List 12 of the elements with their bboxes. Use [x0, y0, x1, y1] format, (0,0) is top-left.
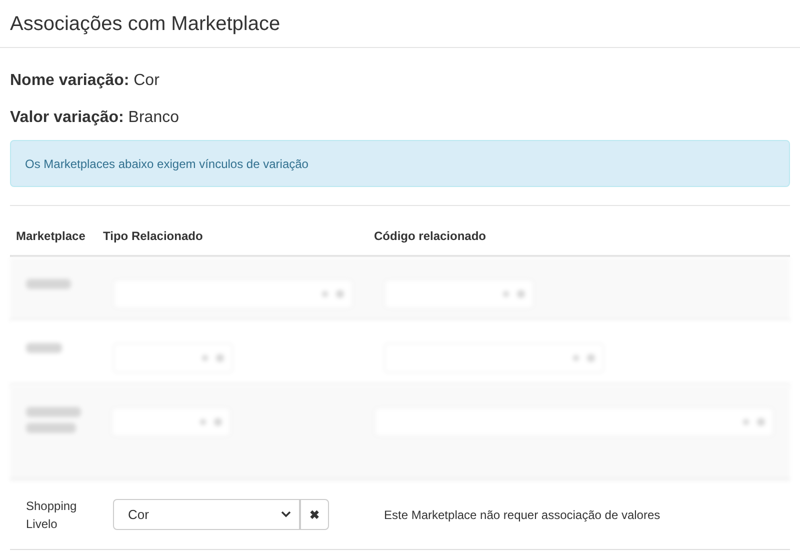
remove-button[interactable]: ✖	[300, 499, 329, 530]
dialog-title: Associações com Marketplace	[10, 14, 280, 34]
info-alert: Os Marketplaces abaixo exigem vínculos de variação	[10, 140, 790, 187]
column-header: Marketplace	[16, 228, 86, 245]
type-select[interactable]: Cor	[113, 499, 300, 530]
variation-field: Nome variação: Cor	[10, 72, 160, 89]
column-header: Código relacionado	[374, 228, 486, 245]
variation-field: Valor variação: Branco	[10, 109, 179, 126]
column-header: Tipo Relacionado	[103, 228, 204, 245]
marketplace-name: Shopping Livelo	[26, 498, 78, 532]
chevron-down-icon	[281, 511, 291, 518]
info-text: Este Marketplace não requer associação de valores	[384, 507, 660, 524]
